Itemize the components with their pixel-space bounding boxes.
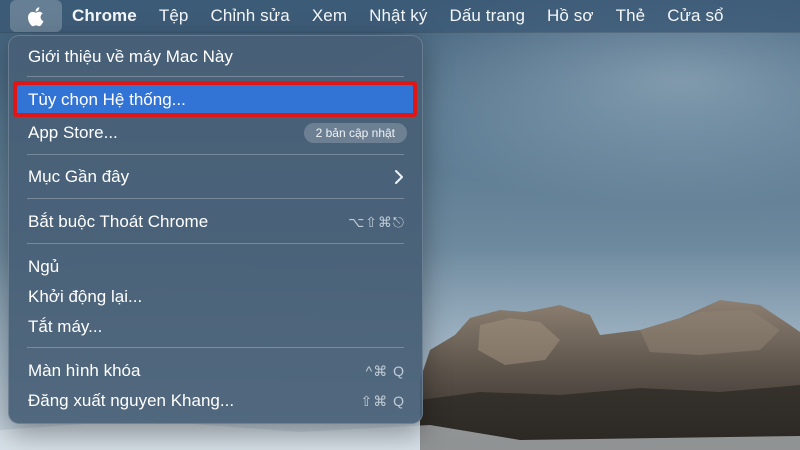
- annotation-highlight-box: [13, 81, 417, 117]
- updates-badge: 2 bản cập nhật: [303, 123, 407, 143]
- menu-item-restart[interactable]: Khởi động lại...: [16, 282, 415, 312]
- menubar-item-bookmarks[interactable]: Dấu trang: [449, 6, 525, 26]
- menubar-item-profiles[interactable]: Hồ sơ: [547, 6, 594, 26]
- apple-dropdown-menu: Giới thiệu về máy Mac Này Tùy chọn Hệ th…: [8, 35, 423, 424]
- menu-item-lock-screen[interactable]: Màn hình khóa ^⌘ Q: [16, 356, 415, 386]
- menu-item-label: Đăng xuất nguyen Khang...: [28, 391, 235, 410]
- menu-separator: [27, 154, 404, 155]
- menu-item-recent-items[interactable]: Mục Gần đây: [16, 162, 415, 192]
- menubar-item-history[interactable]: Nhật ký: [369, 6, 427, 26]
- menu-item-label: Màn hình khóa: [28, 361, 141, 380]
- menu-item-sleep[interactable]: Ngủ: [16, 252, 415, 282]
- menubar-item-edit[interactable]: Chỉnh sửa: [210, 6, 289, 26]
- menu-item-label: Mục Gần đây: [28, 167, 130, 186]
- menu-item-label: Bắt buộc Thoát Chrome: [28, 212, 209, 231]
- menu-item-label: Tắt máy...: [28, 317, 103, 336]
- menu-item-about-this-mac[interactable]: Giới thiệu về máy Mac Này: [16, 42, 415, 72]
- menubar-item-tab[interactable]: Thẻ: [616, 6, 646, 26]
- menu-item-shutdown[interactable]: Tắt máy...: [16, 312, 415, 342]
- menu-separator: [27, 198, 404, 199]
- menu-separator: [27, 347, 404, 348]
- menu-item-label: Ngủ: [28, 257, 60, 276]
- menu-item-force-quit[interactable]: Bắt buộc Thoát Chrome ⌥⇧⌘⎋: [16, 207, 415, 237]
- chevron-right-icon: [395, 170, 403, 184]
- menubar-item-file[interactable]: Tệp: [159, 6, 189, 26]
- menu-item-label: Khởi động lại...: [28, 287, 143, 306]
- menubar-item-view[interactable]: Xem: [312, 6, 347, 26]
- lock-screen-shortcut: ^⌘ Q: [365, 362, 405, 379]
- menu-separator: [27, 76, 404, 77]
- log-out-shortcut: ⇧⌘ Q: [360, 392, 405, 409]
- apple-logo-icon: [28, 6, 44, 26]
- menu-bar: Chrome Tệp Chỉnh sửa Xem Nhật ký Dấu tra…: [0, 0, 800, 32]
- menubar-item-window[interactable]: Cửa sổ: [667, 6, 723, 26]
- menu-separator: [27, 243, 404, 244]
- menu-item-label: App Store...: [28, 123, 118, 142]
- force-quit-shortcut: ⌥⇧⌘⎋: [348, 213, 405, 230]
- menu-item-label: Giới thiệu về máy Mac Này: [28, 47, 233, 66]
- menu-item-app-store[interactable]: App Store... 2 bản cập nhật: [16, 118, 415, 148]
- menubar-app-chrome[interactable]: Chrome: [72, 6, 137, 26]
- menu-item-log-out[interactable]: Đăng xuất nguyen Khang... ⇧⌘ Q: [16, 386, 415, 416]
- apple-menu-button[interactable]: [10, 0, 62, 32]
